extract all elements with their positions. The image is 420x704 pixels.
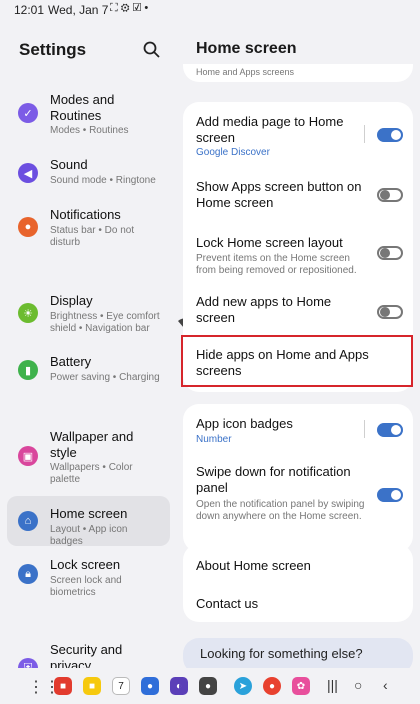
home-screen-settings-pane: Home screen Home and Apps screens Add me…	[177, 22, 420, 668]
messages-icon[interactable]: ●	[141, 677, 159, 695]
setting-label: App icon badges	[196, 416, 293, 431]
setting-lock-layout[interactable]: Lock Home screen layout Prevent items on…	[183, 230, 413, 286]
display-icon: ☀	[18, 303, 38, 323]
setting-sub: Prevent items on the Home screen from be…	[196, 253, 357, 276]
lock-layout-toggle[interactable]	[377, 246, 403, 260]
setting-sub: Open the notification panel by swiping d…	[196, 499, 365, 522]
sidebar-item-notifications[interactable]: ● Notifications Status bar • Do not dist…	[7, 204, 170, 258]
setting-app-icon-badges[interactable]: App icon badges Number	[183, 414, 413, 454]
setting-label: Swipe down for notification panel	[196, 464, 351, 495]
divider	[364, 420, 365, 438]
about-card: About Home screen Contact us	[183, 544, 413, 622]
about-home-screen-link[interactable]: About Home screen	[183, 554, 413, 578]
sidebar-item-sub: Modes • Routines	[50, 125, 129, 136]
sidebar-item-lock-screen[interactable]: 🔒︎ Lock screen Screen lock and biometric…	[7, 555, 170, 611]
search-button[interactable]	[141, 39, 163, 61]
apps-button-toggle[interactable]	[377, 188, 403, 202]
sidebar-item-label: Wallpaper and style	[50, 429, 134, 460]
sidebar-item-sub: Brightness • Eye comfort shield • Naviga…	[50, 311, 160, 334]
setting-label: Show Apps screen button on Home screen	[196, 179, 362, 210]
badges-card: App icon badges Number Swipe down for no…	[183, 404, 413, 552]
media-page-toggle[interactable]	[377, 128, 403, 142]
contact-us-link[interactable]: Contact us	[183, 592, 413, 616]
search-icon	[143, 41, 160, 58]
sidebar-item-label: Display	[50, 293, 93, 308]
page-title: Home screen	[196, 40, 297, 57]
sidebar-item-label: Home screen	[50, 506, 128, 521]
telegram-icon[interactable]: ➤	[234, 677, 252, 695]
modes-icon: ✓	[18, 103, 38, 123]
notifications-icon: ●	[18, 217, 38, 237]
home-icon: ⌂	[18, 511, 38, 531]
add-new-apps-toggle[interactable]	[377, 305, 403, 319]
setting-label: Lock Home screen layout	[196, 235, 343, 250]
sidebar-item-label: Lock screen	[50, 557, 121, 572]
sidebar-item-sub: Power saving • Charging	[50, 372, 160, 383]
sidebar-item-wallpaper[interactable]: ▣ Wallpaper and style Wallpapers • Color…	[7, 426, 170, 492]
sidebar-item-label: Battery	[50, 354, 92, 369]
flower-icon[interactable]: ✿	[292, 677, 310, 695]
recents-icon[interactable]: |||	[327, 677, 338, 693]
dot-icon: •	[144, 2, 152, 14]
settings-title: Settings	[19, 40, 87, 59]
camera-icon[interactable]: ●	[199, 677, 217, 695]
chrome-icon[interactable]: ●	[263, 677, 281, 695]
sidebar-item-modes-routines[interactable]: ✓ Modes and Routines Modes • Routines	[7, 88, 170, 144]
screenshot-icon: ⛶	[110, 2, 121, 14]
setting-swipe-down-panel[interactable]: Swipe down for notification panel Open t…	[183, 464, 413, 544]
sidebar-item-sub: Screen lock and biometrics	[50, 575, 122, 598]
battery-icon: ▮	[18, 360, 38, 380]
sound-icon: ◀	[18, 163, 38, 183]
sidebar-item-sub: Layout • App icon badges	[50, 524, 128, 547]
back-icon[interactable]: ‹	[383, 677, 388, 693]
app-purple-icon[interactable]: ◐	[170, 677, 188, 695]
highlight-box	[181, 335, 413, 387]
partial-item-sub: Home and Apps screens	[196, 67, 295, 77]
lock-icon: 🔒︎	[18, 564, 38, 584]
sidebar-item-security[interactable]: ⛨ Security and privacy	[7, 640, 170, 668]
badges-toggle[interactable]	[377, 423, 403, 437]
setting-label: About Home screen	[196, 558, 311, 573]
setting-label: Contact us	[196, 596, 259, 611]
app-yellow-icon[interactable]: ■	[83, 677, 101, 695]
looking-text: Looking for something else?	[200, 646, 363, 661]
home-nav-icon[interactable]: ○	[354, 677, 362, 693]
status-time: 12:01	[14, 3, 45, 17]
calendar-icon[interactable]: 7	[112, 677, 130, 695]
sidebar-item-label: Modes and Routines	[50, 92, 115, 123]
wallpaper-icon: ▣	[18, 446, 38, 466]
app-red-icon[interactable]: ■	[54, 677, 72, 695]
status-date: Wed, Jan 7	[48, 3, 109, 17]
check-icon: ☑	[132, 2, 145, 14]
status-icons: ⛶⚙☑•	[110, 2, 151, 15]
settings-icon: ⚙	[120, 2, 133, 14]
sidebar-item-sub: Sound mode • Ringtone	[50, 175, 156, 186]
sidebar-item-sound[interactable]: ◀ Sound Sound mode • Ringtone	[7, 154, 170, 194]
taskbar: ⋮⋮ ■ ■ 7 ● ◐ ● ➤ ● ✿ ||| ○ ‹	[0, 668, 420, 704]
setting-label: Add new apps to Home screen	[196, 294, 332, 325]
setting-sub: Number	[196, 434, 232, 445]
sidebar-item-home-screen[interactable]: ⌂ Home screen Layout • App icon badges	[7, 496, 170, 547]
setting-add-new-apps[interactable]: Add new apps to Home screen	[183, 292, 413, 336]
sidebar-item-sub: Wallpapers • Color palette	[50, 462, 133, 485]
security-icon: ⛨	[18, 658, 38, 668]
sidebar-item-sub: Status bar • Do not disturb	[50, 225, 135, 248]
status-bar: 12:01 Wed, Jan 7 ⛶⚙☑• 100	[0, 0, 420, 332]
sidebar-item-label: Security and privacy	[50, 642, 123, 668]
setting-show-apps-button[interactable]: Show Apps screen button on Home screen	[183, 172, 413, 216]
settings-list-pane: Settings ✓ Modes and Routines Modes • Ro…	[0, 22, 177, 668]
setting-sub: Google Discover	[196, 147, 270, 158]
sidebar-item-battery[interactable]: ▮ Battery Power saving • Charging	[7, 351, 170, 391]
setting-label: Add media page to Home screen	[196, 114, 344, 145]
partial-card: Home and Apps screens	[183, 64, 413, 82]
sidebar-item-label: Notifications	[50, 207, 121, 222]
swipe-down-toggle[interactable]	[377, 488, 403, 502]
divider	[364, 125, 365, 143]
looking-card[interactable]: Looking for something else?	[183, 638, 413, 668]
sidebar-item-label: Sound	[50, 157, 88, 172]
setting-add-media-page[interactable]: Add media page to Home screen Google Dis…	[183, 112, 413, 162]
sidebar-item-display[interactable]: ☀ Display Brightness • Eye comfort shiel…	[7, 290, 170, 346]
